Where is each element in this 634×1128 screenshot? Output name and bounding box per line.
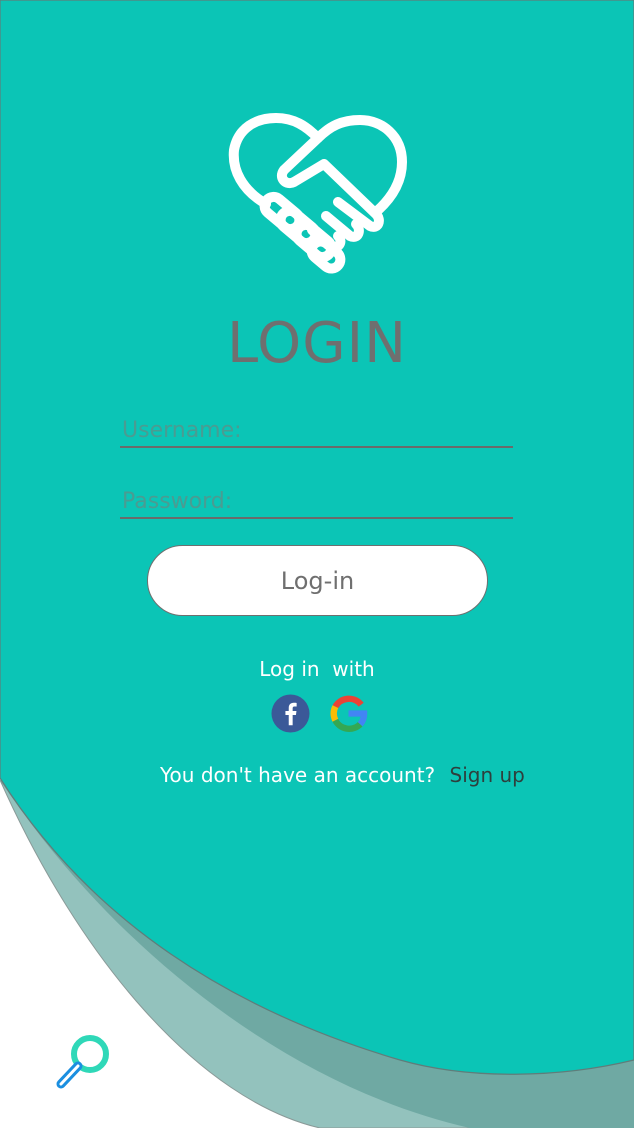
page-title: LOGIN — [226, 311, 408, 376]
no-account-text: You don't have an account? — [160, 763, 436, 787]
signup-link[interactable]: Sign up — [450, 763, 525, 787]
google-icon[interactable] — [329, 694, 368, 733]
heart-handshake-icon — [228, 113, 407, 274]
login-with-label: Log in with — [259, 657, 375, 681]
username-input[interactable] — [120, 414, 513, 448]
facebook-icon[interactable] — [271, 694, 310, 733]
password-input[interactable] — [120, 485, 513, 519]
login-button[interactable]: Log-in — [147, 545, 488, 616]
signup-row: You don't have an account? Sign up — [160, 763, 525, 787]
search-icon[interactable] — [52, 1032, 114, 1092]
